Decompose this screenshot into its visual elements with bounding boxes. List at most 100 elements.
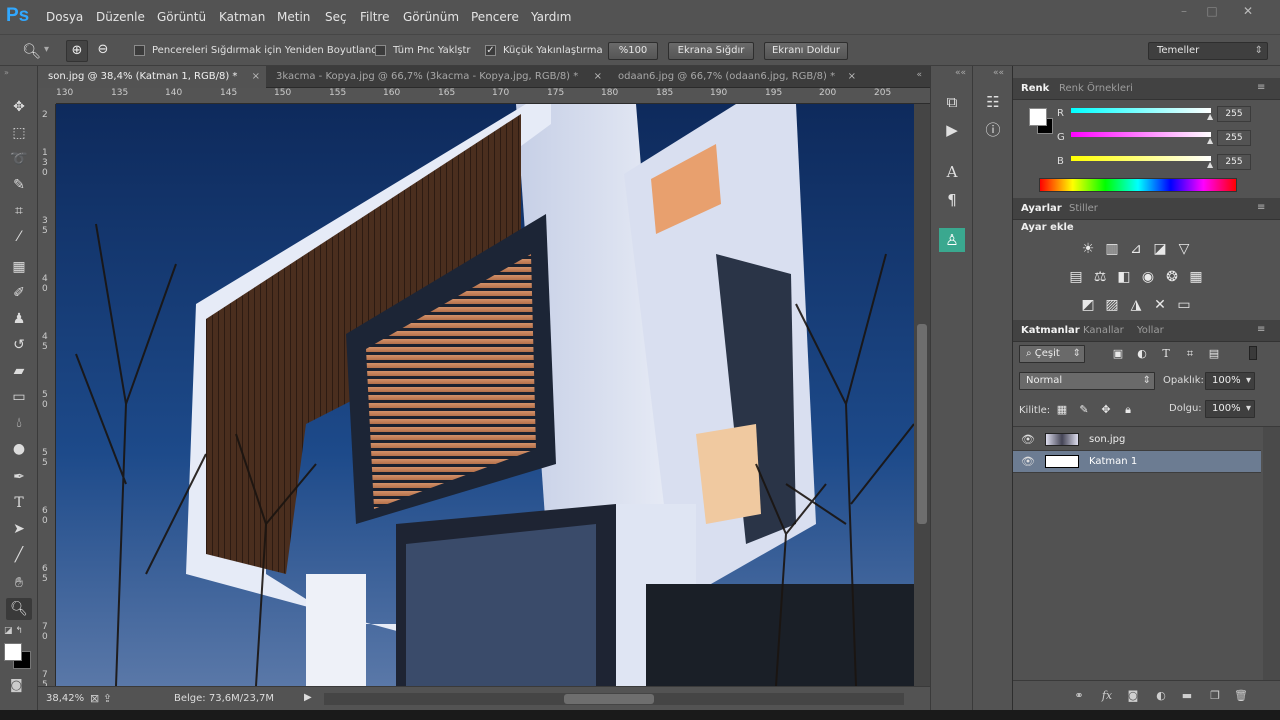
fill-input[interactable]: 100% ▾ xyxy=(1205,400,1255,418)
new-adjustment-icon[interactable]: ◐ xyxy=(1153,689,1169,703)
menu-goruntu[interactable]: Görüntü xyxy=(157,10,206,24)
visibility-eye-icon[interactable]: 👁︎ xyxy=(1021,455,1035,469)
collapse-icon[interactable]: «« xyxy=(993,68,1004,78)
black-white-icon[interactable]: ◧ xyxy=(1115,268,1133,286)
threshold-icon[interactable]: ◮ xyxy=(1127,296,1145,314)
collapse-icon[interactable]: « xyxy=(916,70,922,80)
tab-katmanlar[interactable]: Katmanlar xyxy=(1021,325,1080,336)
panel-menu-icon[interactable]: ≡ xyxy=(1257,202,1265,213)
tab-renk-ornekleri[interactable]: Renk Örnekleri xyxy=(1059,83,1133,94)
fg-color-swatch[interactable] xyxy=(1029,108,1047,126)
panel-menu-icon[interactable]: ≡ xyxy=(1257,82,1265,93)
hand-icon[interactable]: ✋︎ xyxy=(6,572,32,594)
opacity-input[interactable]: 100% ▾ xyxy=(1205,372,1255,390)
tab-3kacma[interactable]: 3kacma - Kopya.jpg @ 66,7% (3kacma - Kop… xyxy=(266,66,608,88)
color-balance-icon[interactable]: ⚖ xyxy=(1091,268,1109,286)
stamp-icon[interactable]: ♟ xyxy=(6,308,32,330)
menu-katman[interactable]: Katman xyxy=(219,10,265,24)
scrollbar-thumb[interactable] xyxy=(917,324,927,524)
filter-toggle[interactable] xyxy=(1249,346,1257,360)
actions-panel-icon[interactable]: ▶ xyxy=(939,118,965,142)
quick-mask-icon[interactable]: ◙ xyxy=(10,678,23,693)
properties-panel-icon[interactable]: ☷ xyxy=(980,90,1006,114)
menu-gorunum[interactable]: Görünüm xyxy=(403,10,459,24)
resize-windows-checkbox[interactable] xyxy=(134,45,145,56)
channel-mixer-icon[interactable]: ❂ xyxy=(1163,268,1181,286)
new-layer-icon[interactable]: ❐ xyxy=(1207,689,1223,703)
lasso-icon[interactable]: ➰ xyxy=(6,148,32,170)
add-mask-icon[interactable]: ◙ xyxy=(1125,689,1141,703)
menu-filtre[interactable]: Filtre xyxy=(360,10,389,24)
menu-sec[interactable]: Seç xyxy=(325,10,347,24)
invert-icon[interactable]: ◩ xyxy=(1079,296,1097,314)
channel-r-value[interactable]: 255 xyxy=(1217,106,1251,122)
scrollbar-thumb[interactable] xyxy=(564,694,654,704)
foreground-color-swatch[interactable] xyxy=(4,643,22,661)
default-colors-icon[interactable]: ◪ ↰ xyxy=(4,626,23,636)
healing-icon[interactable]: ▦ xyxy=(6,256,32,278)
path-select-icon[interactable]: ➤ xyxy=(6,518,32,540)
channel-g-slider[interactable] xyxy=(1071,132,1211,137)
chevron-down-icon[interactable]: ▾ xyxy=(44,44,49,55)
brightness-icon[interactable]: ☀ xyxy=(1079,240,1097,258)
zoom-tool-icon[interactable]: 🔍︎ xyxy=(22,42,41,60)
photo-filter-icon[interactable]: ◉ xyxy=(1139,268,1157,286)
image-canvas[interactable] xyxy=(56,104,914,686)
exposure-icon[interactable]: ◪ xyxy=(1151,240,1169,258)
filter-shape-icon[interactable]: ⌗ xyxy=(1181,345,1199,363)
layers-scrollbar[interactable] xyxy=(1263,427,1280,687)
minimize-button[interactable]: – xyxy=(1174,4,1194,20)
hue-saturation-icon[interactable]: ▤ xyxy=(1067,268,1085,286)
fit-screen-button[interactable]: Ekrana Sığdır xyxy=(668,42,754,60)
lock-transparent-icon[interactable]: ▦ xyxy=(1053,401,1071,419)
eyedropper-icon[interactable]: ⁄ xyxy=(6,226,32,248)
menu-pencere[interactable]: Pencere xyxy=(471,10,519,24)
crop-icon[interactable]: ⌗ xyxy=(6,200,32,222)
slider-handle-icon[interactable]: ▲ xyxy=(1207,160,1213,169)
lock-pixels-icon[interactable]: ✎ xyxy=(1075,401,1093,419)
horizontal-scrollbar[interactable] xyxy=(324,693,904,705)
close-button[interactable]: ✕ xyxy=(1238,4,1258,20)
zoom-in-icon[interactable]: ⊕ xyxy=(66,40,88,62)
delete-layer-icon[interactable]: 🗑︎ xyxy=(1233,689,1249,703)
menu-duzenle[interactable]: Düzenle xyxy=(96,10,145,24)
pen-icon[interactable]: ✒ xyxy=(6,466,32,488)
line-icon[interactable]: ╱ xyxy=(6,544,32,566)
tab-kanallar[interactable]: Kanallar xyxy=(1083,325,1124,336)
marquee-icon[interactable]: ⬚ xyxy=(6,122,32,144)
tab-odaan6[interactable]: odaan6.jpg @ 66,7% (odaan6.jpg, RGB/8) *… xyxy=(608,66,862,88)
restore-button[interactable]: □ xyxy=(1202,4,1222,20)
quick-select-icon[interactable]: ✎ xyxy=(6,174,32,196)
zoom-all-checkbox[interactable] xyxy=(375,45,386,56)
channel-g-value[interactable]: 255 xyxy=(1217,130,1251,146)
tab-yollar[interactable]: Yollar xyxy=(1137,325,1164,336)
link-layers-icon[interactable]: ⚭ xyxy=(1071,689,1087,703)
fx-icon[interactable]: fx xyxy=(1099,689,1115,703)
tab-stiller[interactable]: Stiller xyxy=(1069,203,1098,214)
filter-image-icon[interactable]: ▣ xyxy=(1109,345,1127,363)
collapse-icon[interactable]: «« xyxy=(955,68,966,78)
posterize-icon[interactable]: ▨ xyxy=(1103,296,1121,314)
channel-b-slider[interactable] xyxy=(1071,156,1211,161)
3d-panel-icon[interactable]: ♙ xyxy=(939,228,965,252)
history-panel-icon[interactable]: ⧉ xyxy=(939,90,965,114)
vertical-scrollbar[interactable] xyxy=(914,104,930,686)
eraser-icon[interactable]: ▰ xyxy=(6,360,32,382)
play-icon[interactable]: ▶ xyxy=(304,692,312,703)
new-group-icon[interactable]: ▬ xyxy=(1179,689,1195,703)
filter-adjustment-icon[interactable]: ◐ xyxy=(1133,345,1151,363)
selective-color-icon[interactable]: ✕ xyxy=(1151,296,1169,314)
brush-icon[interactable]: ✐ xyxy=(6,282,32,304)
channel-b-value[interactable]: 255 xyxy=(1217,154,1251,170)
blend-mode-select[interactable]: Normal ⇕ xyxy=(1019,372,1155,390)
color-lookup-icon[interactable]: ▦ xyxy=(1187,268,1205,286)
fill-screen-button[interactable]: Ekranı Doldur xyxy=(764,42,848,60)
gradient-icon[interactable]: ▭ xyxy=(6,386,32,408)
paragraph-panel-icon[interactable]: ¶ xyxy=(939,188,965,212)
layer-filter-select[interactable]: ⌕ Çeşit ⇕ xyxy=(1019,345,1085,363)
menu-dosya[interactable]: Dosya xyxy=(46,10,83,24)
collapse-icon[interactable]: » xyxy=(4,68,9,77)
levels-icon[interactable]: ▥ xyxy=(1103,240,1121,258)
layer-row-son[interactable]: 👁︎ son.jpg xyxy=(1013,429,1261,451)
gradient-map-icon[interactable]: ▭ xyxy=(1175,296,1193,314)
